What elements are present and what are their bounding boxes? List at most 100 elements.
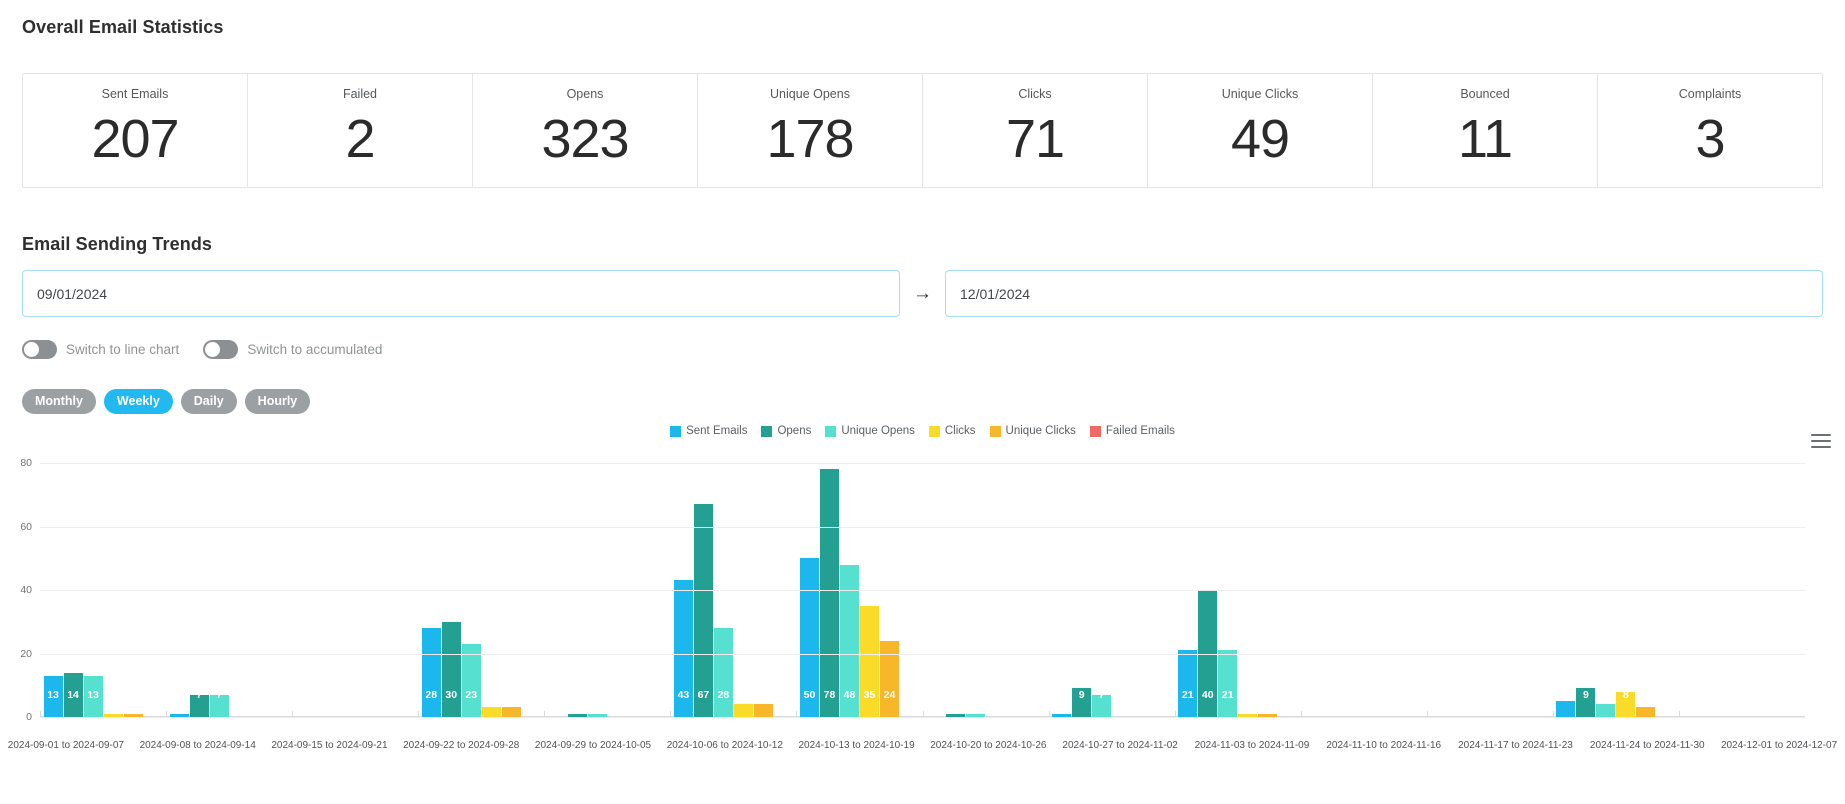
- bar[interactable]: 35: [860, 605, 879, 717]
- bar[interactable]: 21: [1178, 650, 1198, 717]
- bar[interactable]: 21: [1218, 650, 1238, 717]
- legend-item[interactable]: Failed Emails: [1089, 425, 1175, 437]
- x-axis-label: 2024-09-08 to 2024-09-14: [139, 740, 256, 751]
- bar-value-label: 21: [1221, 689, 1234, 701]
- stat-label: Clicks: [1018, 87, 1052, 101]
- bar-value-label: 7: [1098, 689, 1105, 701]
- period-button-hourly[interactable]: Hourly: [244, 389, 311, 414]
- stat-card: Complaints 3: [1598, 74, 1822, 187]
- overall-stats-strip: Sent Emails 207 Failed 2 Opens 323 Unique Open…: [22, 73, 1823, 188]
- bar-value-label: 14: [67, 689, 79, 701]
- bar[interactable]: 14: [63, 672, 83, 717]
- stat-label: Failed: [342, 87, 378, 101]
- stat-label: Opens: [566, 87, 604, 101]
- legend-item[interactable]: Unique Opens: [825, 425, 915, 437]
- bar[interactable]: 24: [880, 640, 899, 717]
- email-statistics-page: Overall Email Statistics Sent Emails 207 F…: [0, 0, 1845, 804]
- bar[interactable]: 7: [209, 689, 229, 717]
- bar-value-label: 48: [843, 689, 856, 701]
- bar[interactable]: 28: [421, 628, 441, 717]
- bar[interactable]: 43: [673, 580, 693, 717]
- stat-card: Bounced 11: [1373, 74, 1598, 187]
- legend-item[interactable]: Opens: [761, 425, 811, 437]
- bar[interactable]: 4: [733, 689, 753, 717]
- bar[interactable]: 3: [481, 689, 501, 717]
- stat-label: Unique Clicks: [1221, 87, 1299, 101]
- x-axis-label: 2024-12-01 to 2024-12-07: [1720, 740, 1838, 751]
- bar[interactable]: 3: [501, 689, 521, 717]
- bar-value-label: 28: [717, 689, 730, 701]
- bar[interactable]: 48: [840, 564, 859, 717]
- stat-label: Complaints: [1678, 87, 1742, 101]
- date-range-row: →: [22, 270, 1823, 317]
- bar[interactable]: 67: [693, 504, 713, 717]
- bar-value-label: 40: [1201, 689, 1214, 701]
- bar[interactable]: 23: [461, 643, 481, 717]
- bar-value-label: 3: [508, 689, 515, 701]
- gridline: [40, 717, 1805, 718]
- bar[interactable]: 78: [820, 469, 839, 717]
- legend-color-swatch: [989, 425, 1001, 437]
- bar-value-label: 5: [1563, 689, 1569, 701]
- bar[interactable]: 28: [713, 628, 733, 717]
- start-date-input[interactable]: [22, 270, 900, 317]
- stat-value: 323: [541, 109, 629, 169]
- bar-value-label: 8: [1623, 689, 1629, 701]
- bar[interactable]: 7: [1092, 689, 1112, 717]
- x-axis-label: 2024-09-22 to 2024-09-28: [403, 740, 520, 751]
- bar[interactable]: 7: [189, 689, 209, 717]
- legend-label: Opens: [777, 425, 812, 437]
- bar[interactable]: 4: [753, 689, 773, 717]
- bar[interactable]: 3: [1636, 689, 1656, 717]
- bar[interactable]: 4: [1596, 689, 1616, 717]
- toggle-switch[interactable]: [203, 340, 239, 359]
- x-axis-label: 2024-09-01 to 2024-09-07: [7, 740, 124, 751]
- end-date-input[interactable]: [945, 270, 1823, 317]
- period-button-weekly[interactable]: Weekly: [103, 389, 173, 414]
- y-axis-tick: 80: [20, 457, 32, 469]
- y-axis-tick: 20: [20, 647, 32, 660]
- stat-value: 178: [766, 109, 854, 169]
- period-selector: Monthly Weekly Daily Hourly: [22, 389, 311, 414]
- bar-value-label: 21: [1181, 689, 1194, 701]
- trends-section-title: Email Sending Trends: [22, 234, 213, 254]
- hamburger-bar: [1811, 446, 1831, 448]
- chart-menu-icon[interactable]: [1811, 434, 1831, 448]
- bar[interactable]: 9: [1576, 688, 1596, 717]
- bar-value-label: 67: [697, 689, 710, 701]
- bar-value-label: 4: [740, 689, 747, 701]
- x-axis-label: 2024-11-24 to 2024-11-30: [1589, 740, 1705, 751]
- stat-card: Clicks 71: [923, 74, 1148, 187]
- stat-card: Unique Opens 178: [698, 74, 923, 187]
- bar-value-label: 7: [216, 689, 223, 701]
- bar[interactable]: 13: [43, 675, 63, 717]
- legend-label: Clicks: [944, 425, 976, 437]
- bar[interactable]: 13: [83, 675, 103, 717]
- bar-value-label: 23: [465, 689, 478, 701]
- x-axis-label: 2024-09-15 to 2024-09-21: [271, 740, 388, 751]
- bar[interactable]: 8: [1616, 689, 1636, 717]
- period-button-daily[interactable]: Daily: [180, 389, 237, 414]
- legend-color-swatch: [928, 425, 940, 437]
- legend-item[interactable]: Clicks: [928, 425, 976, 437]
- legend-item[interactable]: Sent Emails: [670, 425, 747, 437]
- x-axis-labels: 2024-09-01 to 2024-09-07 2024-09-08 to 20…: [0, 740, 1845, 751]
- legend-label: Failed Emails: [1105, 425, 1175, 437]
- chart-legend: Sent Emails Opens Unique Opens Clicks Unique…: [0, 425, 1845, 437]
- legend-item[interactable]: Unique Clicks: [989, 425, 1076, 437]
- bar[interactable]: 9: [1072, 688, 1092, 717]
- gridline: [40, 463, 1805, 464]
- bar[interactable]: 5: [1556, 689, 1576, 717]
- stat-card: Failed 2: [248, 74, 473, 187]
- hamburger-bar: [1811, 434, 1831, 436]
- legend-label: Unique Opens: [841, 425, 915, 437]
- bar[interactable]: 30: [441, 621, 461, 717]
- bar-value-label: 13: [47, 689, 59, 701]
- gridline: [40, 526, 1805, 528]
- stat-value: 49: [1230, 109, 1290, 169]
- toggle-switch[interactable]: [22, 340, 57, 359]
- bar[interactable]: 50: [800, 558, 819, 717]
- y-axis-tick: 60: [20, 520, 32, 533]
- period-button-monthly[interactable]: Monthly: [22, 389, 96, 414]
- legend-color-swatch: [1089, 425, 1101, 437]
